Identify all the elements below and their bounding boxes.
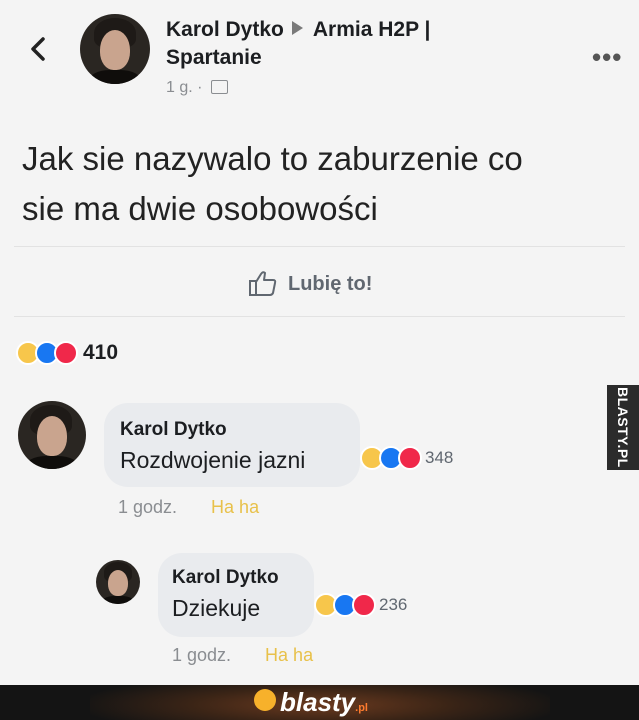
site-footer: blasty.pl xyxy=(0,685,639,720)
reply-avatar[interactable] xyxy=(96,560,140,604)
post-header: Karol Dytko Armia H2P | Spartanie xyxy=(166,16,430,72)
author-avatar[interactable] xyxy=(80,14,150,84)
group-name-cont[interactable]: Spartanie xyxy=(166,46,262,69)
divider xyxy=(14,246,625,247)
reaction-count: 236 xyxy=(379,595,408,614)
comment-author[interactable]: Karol Dytko xyxy=(172,567,314,589)
post-text: Jak sie nazywalo to zaburzenie co sie ma… xyxy=(22,134,622,234)
back-arrow-icon[interactable] xyxy=(24,34,54,64)
author-name[interactable]: Karol Dytko xyxy=(166,18,284,41)
comment-time[interactable]: 1 godz. xyxy=(172,645,231,665)
reply-reactions[interactable]: 236 xyxy=(314,593,407,617)
thumbs-up-icon xyxy=(249,271,277,296)
comment-bubble[interactable]: Karol Dytko Rozdwojenie jazni xyxy=(104,403,360,487)
more-options-icon[interactable]: ••• xyxy=(592,42,622,73)
reaction-count: 348 xyxy=(425,448,454,467)
post-reactions[interactable]: 410 xyxy=(16,341,118,365)
post-meta: 1 g. · xyxy=(166,79,228,97)
comment-meta: 1 godz. Ha ha xyxy=(118,497,259,518)
reply-meta: 1 godz. Ha ha xyxy=(172,645,313,666)
like-button[interactable]: Lubię to! xyxy=(248,266,372,302)
reaction-count: 410 xyxy=(83,341,119,364)
group-privacy-icon xyxy=(210,80,228,94)
comment-reactions[interactable]: 348 xyxy=(360,446,453,470)
post-screen: Karol Dytko Armia H2P | Spartanie 1 g. · … xyxy=(0,0,639,685)
site-logo[interactable]: blasty.pl xyxy=(262,687,368,718)
like-label: Lubię to! xyxy=(288,272,373,295)
logo-tld: .pl xyxy=(355,702,368,714)
love-reaction-icon xyxy=(398,446,422,470)
reply-bubble[interactable]: Karol Dytko Dziekuje xyxy=(158,553,314,637)
watermark-label: BLASTY.PL xyxy=(607,385,639,470)
comment-text: Rozdwojenie jazni xyxy=(120,447,306,473)
haha-reaction-link[interactable]: Ha ha xyxy=(211,497,259,517)
love-reaction-icon xyxy=(352,593,376,617)
commenter-avatar[interactable] xyxy=(18,401,86,469)
comment-text: Dziekuje xyxy=(172,595,261,621)
comment-author[interactable]: Karol Dytko xyxy=(120,419,360,441)
haha-reaction-link[interactable]: Ha ha xyxy=(265,645,313,665)
post-time[interactable]: 1 g. · xyxy=(166,79,202,96)
comment-time[interactable]: 1 godz. xyxy=(118,497,177,517)
logo-text: blasty xyxy=(280,687,356,717)
divider xyxy=(14,316,625,317)
group-name[interactable]: Armia H2P | xyxy=(313,18,431,41)
post-text-line: Jak sie nazywalo to zaburzenie co xyxy=(22,140,523,177)
post-text-line: sie ma dwie osobowości xyxy=(22,190,378,227)
triangle-arrow-icon xyxy=(291,21,303,35)
love-reaction-icon xyxy=(54,341,78,365)
